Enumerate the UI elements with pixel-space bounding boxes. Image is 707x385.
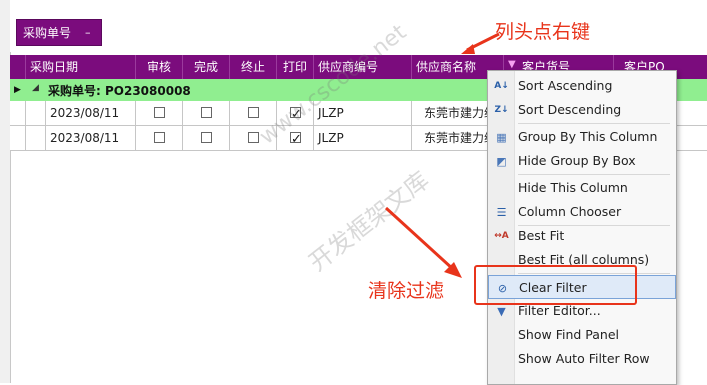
menu-item-show-find-panel[interactable]: Show Find Panel <box>488 323 676 347</box>
grid-window: 采购单号 – 采购日期 审核 完成 终止 打印 供应商编号 供应商名称 ▼ 客户… <box>0 0 707 385</box>
menu-item-label: Best Fit <box>518 228 565 243</box>
menu-item-group-by-column[interactable]: ▦ Group By This Column <box>488 125 676 149</box>
menu-item-label: Column Chooser <box>518 204 622 219</box>
group-chip-label: 采购单号 <box>23 26 72 40</box>
annotation-arrow-header <box>461 32 500 54</box>
menu-item-label: Sort Ascending <box>518 78 613 93</box>
best-fit-icon: ↔A <box>494 231 509 241</box>
header-indicator-cell <box>10 55 26 79</box>
menu-item-show-auto-filter-row[interactable]: Show Auto Filter Row <box>488 347 676 371</box>
sort-descending-icon: Z↓ <box>494 105 509 115</box>
group-chip-po-number[interactable]: 采购单号 – <box>16 19 102 46</box>
column-context-menu: A↓ Sort Ascending Z↓ Sort Descending ▦ G… <box>487 70 677 385</box>
menu-item-hide-column[interactable]: Hide This Column <box>488 176 676 200</box>
row-indicator <box>10 101 26 125</box>
row-indicator <box>10 126 26 150</box>
cell-po-date[interactable]: 2023/08/11 <box>46 126 136 150</box>
menu-item-best-fit[interactable]: ↔A Best Fit <box>488 224 676 248</box>
menu-separator <box>518 123 670 124</box>
cell-po-date[interactable]: 2023/08/11 <box>46 101 136 125</box>
group-row-label: 采购单号: PO23080008 <box>48 84 191 98</box>
row-indent <box>26 101 46 125</box>
done-checkbox[interactable] <box>201 132 212 143</box>
stopped-checkbox[interactable] <box>248 107 259 118</box>
annotation-right-click-note: 列头点右键 <box>495 21 591 43</box>
header-po-date[interactable]: 采购日期 <box>26 55 136 79</box>
cell-supplier-code[interactable]: JLZP <box>314 126 412 150</box>
header-stopped[interactable]: 终止 <box>230 55 277 79</box>
menu-item-sort-descending[interactable]: Z↓ Sort Descending <box>488 98 676 122</box>
group-collapse-icon[interactable]: ◢ <box>32 83 39 93</box>
cell-supplier-code[interactable]: JLZP <box>314 101 412 125</box>
hide-group-box-icon: ◩ <box>496 155 507 168</box>
menu-item-hide-group-box[interactable]: ◩ Hide Group By Box <box>488 149 676 173</box>
menu-item-sort-ascending[interactable]: A↓ Sort Ascending <box>488 74 676 98</box>
group-by-icon: ▦ <box>496 131 507 144</box>
column-chooser-icon: ☰ <box>496 206 507 219</box>
group-chip-remove-icon[interactable]: – <box>85 26 91 39</box>
menu-separator <box>518 174 670 175</box>
menu-item-label: Hide Group By Box <box>518 153 636 168</box>
row-indent <box>26 126 46 150</box>
menu-item-label: Sort Descending <box>518 102 622 117</box>
menu-item-label: Show Auto Filter Row <box>518 351 650 366</box>
annotation-highlight-box <box>474 265 637 305</box>
approved-checkbox[interactable] <box>154 107 165 118</box>
menu-item-label: Group By This Column <box>518 129 658 144</box>
cell-done[interactable] <box>183 101 230 125</box>
annotation-arrow-clear-filter <box>384 206 462 278</box>
menu-item-column-chooser[interactable]: ☰ Column Chooser <box>488 200 676 224</box>
sort-ascending-icon: A↓ <box>494 81 509 91</box>
cell-approved[interactable] <box>136 126 183 150</box>
header-approved[interactable]: 审核 <box>136 55 183 79</box>
row-focus-indicator-icon: ▶ <box>14 85 21 95</box>
menu-item-label: Hide This Column <box>518 180 628 195</box>
header-printed[interactable]: 打印 <box>277 55 314 79</box>
approved-checkbox[interactable] <box>154 132 165 143</box>
filter-editor-icon: ▼ <box>497 305 506 318</box>
group-by-panel <box>10 0 707 52</box>
done-checkbox[interactable] <box>201 107 212 118</box>
cell-approved[interactable] <box>136 101 183 125</box>
header-done[interactable]: 完成 <box>183 55 230 79</box>
menu-item-label: Show Find Panel <box>518 327 620 342</box>
printed-checkbox[interactable] <box>290 128 302 152</box>
cell-done[interactable] <box>183 126 230 150</box>
